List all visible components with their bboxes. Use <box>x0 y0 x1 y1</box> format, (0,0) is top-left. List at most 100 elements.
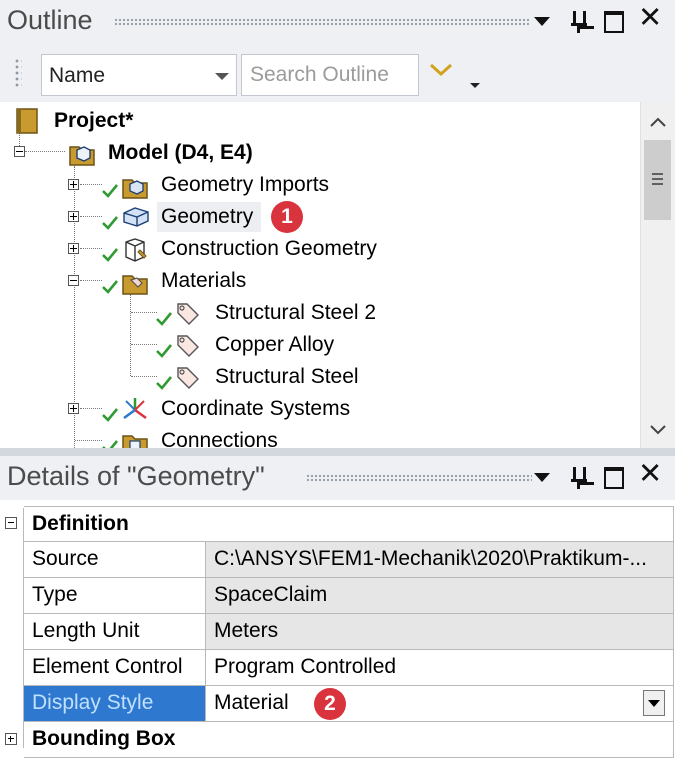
expand-bounding-box-toggle[interactable] <box>5 733 17 745</box>
check-icon <box>102 184 118 198</box>
property-value-source: C:\ANSYS\FEM1-Mechanik\2020\Praktikum-..… <box>206 542 674 578</box>
property-label-element-control[interactable]: Element Control <box>24 650 206 686</box>
titlebar-grip[interactable] <box>306 474 532 483</box>
material-tag-icon <box>177 335 199 357</box>
tree-item-coordinate-systems[interactable]: Coordinate Systems <box>0 394 600 424</box>
tree-label-materials: Materials <box>161 269 247 292</box>
scroll-down-icon[interactable] <box>641 414 675 446</box>
toolbar-overflow-dropdown[interactable] <box>470 83 480 88</box>
expand-geometry-imports-toggle[interactable] <box>68 179 79 190</box>
check-icon <box>102 280 118 294</box>
titlebar-grip[interactable] <box>114 18 530 27</box>
tree-scrollbar[interactable] <box>640 102 675 448</box>
outline-title: Outline <box>7 5 93 35</box>
outline-maximize-button[interactable] <box>603 8 625 34</box>
folder-icon <box>122 179 148 199</box>
details-titlebar: Details of "Geometry" ✕ <box>0 456 675 500</box>
tree-label-material: Structural Steel <box>215 365 359 388</box>
tree-item-model[interactable]: Model (D4, E4) <box>0 138 600 168</box>
tree-label-material: Structural Steel 2 <box>215 301 377 324</box>
check-icon <box>102 216 118 230</box>
tree-label-material: Copper Alloy <box>215 333 335 356</box>
tree-label-connections: Connections <box>161 429 278 448</box>
check-icon <box>102 440 118 448</box>
outline-tree: Project* Model (D4, E4) Geometry Imports <box>0 102 640 448</box>
check-icon <box>102 248 118 262</box>
tree-label-construction-geometry: Construction Geometry <box>161 237 377 260</box>
callout-badge-2: 2 <box>314 688 346 720</box>
expand-construction-geometry-toggle[interactable] <box>68 243 79 254</box>
maximize-icon <box>604 11 624 33</box>
outline-toolbar: Name <box>0 44 675 102</box>
construction-geometry-icon <box>125 238 147 262</box>
tree-label-model: Model (D4, E4) <box>108 141 253 164</box>
tree-item-material[interactable]: Copper Alloy <box>0 330 600 360</box>
material-tag-icon <box>177 367 199 389</box>
outline-close-button[interactable]: ✕ <box>638 4 662 34</box>
coordinate-systems-icon <box>123 398 147 420</box>
details-grid: Definition Source C:\ANSYS\FEM1-Mechanik… <box>0 500 675 766</box>
property-label-length-unit[interactable]: Length Unit <box>24 614 206 650</box>
tree-label-geometry: Geometry <box>161 205 254 228</box>
check-icon <box>156 312 172 326</box>
outline-titlebar: Outline ✕ <box>0 0 675 44</box>
sort-by-value: Name <box>49 64 106 87</box>
tree-item-materials[interactable]: Materials <box>0 266 600 296</box>
close-icon: ✕ <box>638 458 663 490</box>
panel-splitter[interactable] <box>0 448 675 456</box>
geometry-icon <box>123 207 149 227</box>
details-options-dropdown[interactable] <box>531 464 553 490</box>
property-label-display-style[interactable]: Display Style <box>24 686 206 722</box>
details-close-button[interactable]: ✕ <box>638 460 662 490</box>
dropdown-arrow-icon <box>534 17 550 26</box>
expand-geometry-toggle[interactable] <box>68 211 79 222</box>
scrollbar-thumb[interactable] <box>644 140 671 220</box>
outline-options-dropdown[interactable] <box>531 8 553 34</box>
group-definition[interactable]: Definition <box>24 506 674 542</box>
tree-label-project: Project* <box>54 109 134 132</box>
group-label-definition: Definition <box>32 512 129 535</box>
collapse-definition-toggle[interactable] <box>5 517 17 529</box>
project-icon <box>16 108 38 134</box>
property-label-type[interactable]: Type <box>24 578 206 614</box>
tree-label-coordinate-systems: Coordinate Systems <box>161 397 351 420</box>
tree-item-material[interactable]: Structural Steel <box>0 362 600 392</box>
tree-label-geometry-imports: Geometry Imports <box>161 173 330 196</box>
collapse-materials-toggle[interactable] <box>68 275 79 286</box>
toolbar-grip[interactable] <box>14 58 22 88</box>
chevron-down-icon <box>215 73 229 80</box>
tree-item-geometry-imports[interactable]: Geometry Imports <box>0 170 600 200</box>
expand-coordinate-systems-toggle[interactable] <box>68 403 79 414</box>
group-label-bounding-box: Bounding Box <box>32 727 176 750</box>
display-style-dropdown[interactable]: Material 2 <box>206 686 674 722</box>
pin-icon <box>571 467 587 489</box>
maximize-icon <box>604 467 624 489</box>
details-pin-button[interactable] <box>567 464 589 490</box>
tree-item-material[interactable]: Structural Steel 2 <box>0 298 600 328</box>
property-label-source[interactable]: Source <box>24 542 206 578</box>
display-style-dropdown-button[interactable] <box>643 690 665 716</box>
property-value-type: SpaceClaim <box>206 578 674 614</box>
property-value-element-control[interactable]: Program Controlled <box>206 650 674 686</box>
check-icon <box>156 344 172 358</box>
tree-item-construction-geometry[interactable]: Construction Geometry <box>0 234 600 264</box>
sort-by-combo[interactable]: Name <box>41 54 237 96</box>
pin-icon <box>571 11 587 33</box>
display-style-value: Material <box>214 691 289 714</box>
scroll-up-icon[interactable] <box>641 106 675 138</box>
group-bounding-box[interactable]: Bounding Box <box>24 722 674 758</box>
callout-badge-1: 1 <box>271 201 303 233</box>
property-value-length-unit: Meters <box>206 614 674 650</box>
tree-item-project[interactable]: Project* <box>0 106 600 136</box>
tree-item-geometry[interactable]: Geometry 1 <box>0 201 600 233</box>
collapse-model-toggle[interactable] <box>14 146 25 157</box>
search-outline-input[interactable] <box>241 54 419 96</box>
outline-pin-button[interactable] <box>567 8 589 34</box>
details-maximize-button[interactable] <box>603 464 625 490</box>
materials-folder-icon <box>122 275 148 295</box>
model-folder-icon <box>69 146 95 166</box>
tree-item-connections[interactable]: Connections <box>0 426 600 448</box>
details-title: Details of "Geometry" <box>7 461 265 491</box>
search-options-chevron-icon[interactable] <box>428 60 454 80</box>
material-tag-icon <box>177 303 199 325</box>
